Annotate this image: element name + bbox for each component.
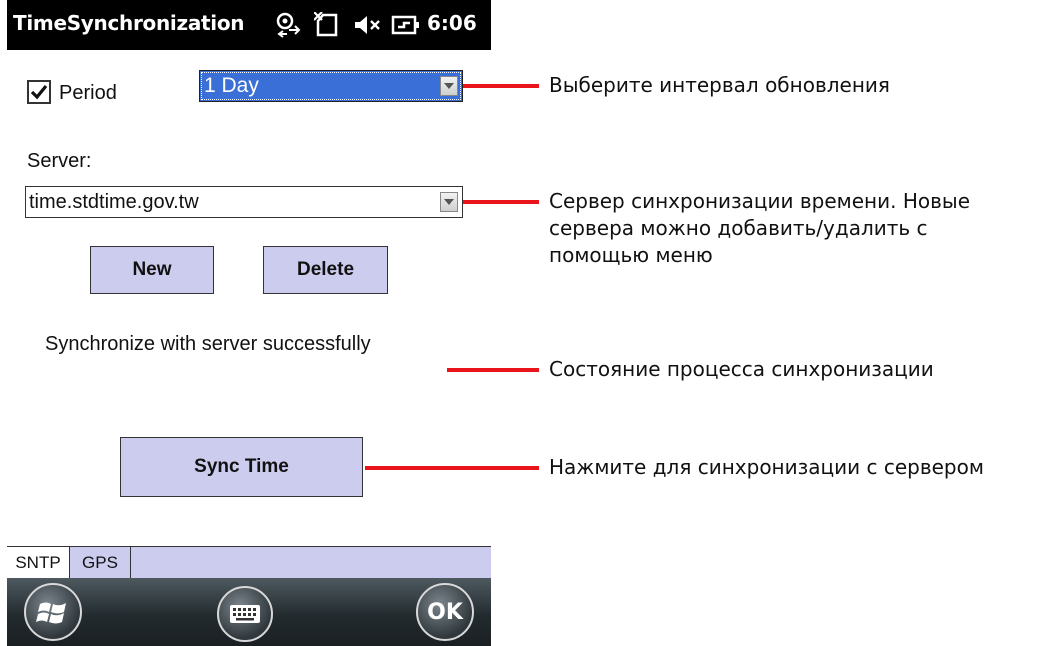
interval-dropdown[interactable]: 1 Day	[199, 70, 463, 102]
checkmark-icon	[30, 84, 48, 100]
callout-server-line2: сервера можно добавить/удалить с	[549, 216, 928, 240]
clock: 6:06	[427, 11, 477, 35]
connectivity-icon	[275, 12, 301, 42]
interval-value: 1 Day	[204, 74, 259, 97]
tab-gps[interactable]: GPS	[70, 547, 131, 578]
callout-line-server	[463, 200, 539, 204]
no-sim-icon	[313, 11, 340, 42]
title-bar: TimeSynchronization 6:06	[7, 0, 491, 50]
volume-muted-icon	[353, 12, 383, 42]
start-button[interactable]	[24, 583, 82, 641]
soft-key-bar: OK	[7, 578, 491, 646]
chevron-down-icon[interactable]	[440, 192, 458, 212]
tab-bar: SNTP GPS	[7, 546, 491, 578]
server-label: Server:	[27, 150, 92, 172]
server-value: time.stdtime.gov.tw	[29, 191, 199, 213]
ok-button[interactable]: OK	[416, 583, 474, 641]
period-label: Period	[59, 82, 117, 104]
tab-sntp[interactable]: SNTP	[7, 547, 70, 578]
battery-charging-icon	[391, 12, 421, 42]
sntp-panel: Period 1 Day Server: time.stdtime.gov.tw…	[7, 50, 491, 546]
callout-server-line3: помощью меню	[549, 243, 713, 267]
sync-time-button[interactable]: Sync Time	[120, 437, 363, 497]
app-title: TimeSynchronization	[13, 11, 245, 35]
callout-server-line1: Сервер синхронизации времени. Новые	[549, 189, 971, 213]
keyboard-button[interactable]	[217, 586, 273, 642]
callout-line-interval	[463, 84, 539, 88]
delete-server-button[interactable]: Delete	[263, 246, 388, 294]
callout-status: Состояние процесса синхронизации	[549, 357, 934, 381]
callout-sync: Нажмите для синхронизации с сервером	[549, 455, 984, 479]
device-screen: TimeSynchronization 6:06 Period 1 Day Se…	[7, 0, 491, 646]
callout-line-status	[447, 368, 539, 372]
chevron-down-icon[interactable]	[440, 76, 458, 96]
sync-status-text: Synchronize with server successfully	[45, 333, 371, 355]
callout-interval: Выберите интервал обновления	[549, 73, 890, 97]
period-checkbox[interactable]	[27, 80, 51, 104]
callout-line-sync	[365, 466, 539, 470]
keyboard-icon	[230, 605, 260, 623]
server-dropdown[interactable]: time.stdtime.gov.tw	[25, 186, 463, 218]
new-server-button[interactable]: New	[90, 246, 214, 294]
windows-logo-icon	[36, 602, 66, 624]
